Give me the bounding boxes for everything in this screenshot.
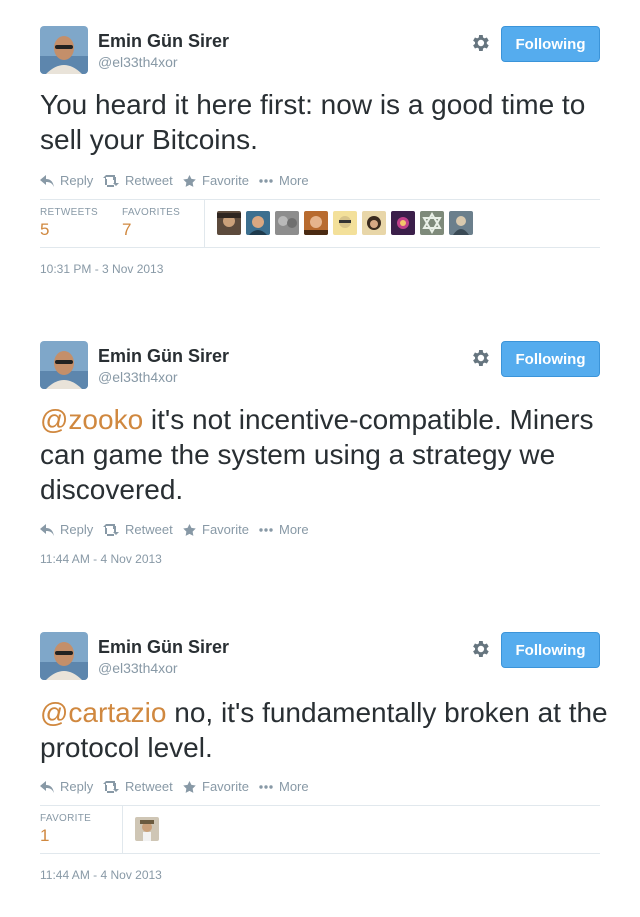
retweet-label: Retweet — [125, 522, 173, 537]
gear-icon[interactable] — [469, 638, 491, 660]
favoriter-avatar[interactable] — [420, 211, 444, 235]
reply-icon — [40, 174, 54, 187]
favoriter-avatar[interactable] — [362, 211, 386, 235]
favorite-label: Favorite — [202, 173, 249, 188]
star-icon — [183, 174, 196, 187]
tweet-text: @cartazio no, it's fundamentally broken … — [40, 695, 610, 765]
more-icon — [259, 178, 273, 183]
favoriter-avatar[interactable] — [391, 211, 415, 235]
favoriter-avatar[interactable] — [275, 211, 299, 235]
favoriter-avatar[interactable] — [135, 817, 159, 841]
tweet-timestamp[interactable]: 10:31 PM - 3 Nov 2013 — [40, 262, 163, 276]
more-button[interactable]: More — [259, 779, 309, 794]
tweet-text: @zooko it's not incentive-compatible. Mi… — [40, 402, 610, 507]
author-handle[interactable]: @el33th4xor — [98, 660, 178, 676]
reply-label: Reply — [60, 779, 94, 794]
tweet-timestamp[interactable]: 11:44 AM - 4 Nov 2013 — [40, 552, 162, 566]
favorite-button[interactable]: Favorite — [183, 779, 249, 794]
favorite-label: Favorite — [202, 522, 249, 537]
more-icon — [259, 784, 273, 789]
favoriter-avatar[interactable] — [246, 211, 270, 235]
reply-button[interactable]: Reply — [40, 779, 93, 794]
gear-icon[interactable] — [469, 32, 491, 54]
retweet-icon — [103, 780, 119, 793]
following-button[interactable]: Following — [501, 632, 600, 668]
more-button[interactable]: More — [259, 522, 309, 537]
favorites-label: FAVORITES — [122, 207, 181, 218]
tweet-timestamp[interactable]: 11:44 AM - 4 Nov 2013 — [40, 868, 162, 882]
favoriter-avatar[interactable] — [449, 211, 473, 235]
reply-button[interactable]: Reply — [40, 522, 93, 537]
retweet-button[interactable]: Retweet — [103, 173, 173, 188]
author-handle[interactable]: @el33th4xor — [98, 54, 178, 70]
retweet-icon — [103, 174, 119, 187]
reply-button[interactable]: Reply — [40, 173, 93, 188]
reply-icon — [40, 523, 54, 536]
more-label: More — [279, 522, 309, 537]
retweets-count: 5 — [40, 220, 50, 239]
retweet-icon — [103, 523, 119, 536]
more-icon — [259, 527, 273, 532]
following-button[interactable]: Following — [501, 341, 600, 377]
author-handle[interactable]: @el33th4xor — [98, 369, 178, 385]
favoriter-avatar[interactable] — [304, 211, 328, 235]
favorite-label: Favorite — [202, 779, 249, 794]
tweet-mention[interactable]: @zooko — [40, 404, 143, 435]
star-icon — [183, 523, 196, 536]
favorites-count: 7 — [122, 220, 132, 239]
favorite-button[interactable]: Favorite — [183, 522, 249, 537]
author-avatar[interactable] — [40, 26, 88, 74]
retweets-label: RETWEETS — [40, 207, 98, 218]
more-label: More — [279, 779, 309, 794]
reply-label: Reply — [60, 173, 94, 188]
retweet-button[interactable]: Retweet — [103, 522, 173, 537]
tweet-stats: FAVORITE 1 — [40, 805, 600, 854]
tweet-text: You heard it here first: now is a good t… — [40, 87, 610, 157]
reply-icon — [40, 780, 54, 793]
tweet-body: You heard it here first: now is a good t… — [40, 89, 586, 155]
author-name[interactable]: Emin Gün Sirer — [98, 637, 229, 658]
retweet-label: Retweet — [125, 173, 173, 188]
reply-label: Reply — [60, 522, 94, 537]
stats-divider — [122, 806, 123, 853]
favoriter-avatar[interactable] — [333, 211, 357, 235]
tweet-stats: RETWEETS 5 FAVORITES 7 — [40, 199, 600, 248]
star-icon — [183, 780, 196, 793]
gear-icon[interactable] — [469, 347, 491, 369]
author-name[interactable]: Emin Gün Sirer — [98, 346, 229, 367]
favorite-button[interactable]: Favorite — [183, 173, 249, 188]
tweet-mention[interactable]: @cartazio — [40, 697, 166, 728]
favorites-label: FAVORITE — [40, 813, 92, 824]
more-label: More — [279, 173, 309, 188]
following-button[interactable]: Following — [501, 26, 600, 62]
retweet-button[interactable]: Retweet — [103, 779, 173, 794]
retweet-label: Retweet — [125, 779, 173, 794]
author-avatar[interactable] — [40, 632, 88, 680]
stats-divider — [204, 200, 205, 247]
favoriter-avatar[interactable] — [217, 211, 241, 235]
favorites-count: 1 — [40, 826, 50, 845]
author-name[interactable]: Emin Gün Sirer — [98, 31, 229, 52]
more-button[interactable]: More — [259, 173, 309, 188]
author-avatar[interactable] — [40, 341, 88, 389]
